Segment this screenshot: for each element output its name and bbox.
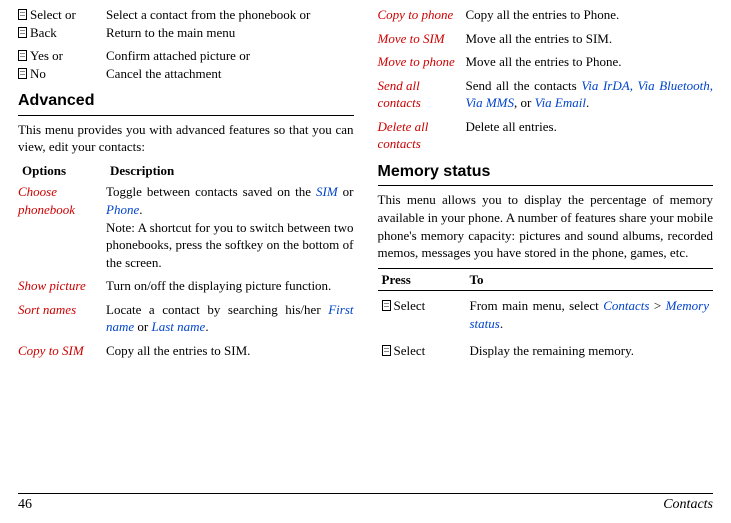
- sim-link: SIM: [316, 184, 338, 199]
- option-desc: Delete all entries.: [466, 118, 714, 153]
- option-desc: Move all the entries to Phone.: [466, 53, 714, 71]
- softkey-icon: [18, 68, 27, 79]
- label: Select or: [30, 7, 76, 22]
- row-delete-all: Delete all contacts Delete all entries.: [378, 118, 714, 153]
- option-desc: Confirm attached picture or Cancel the a…: [106, 47, 354, 82]
- softkey-icon: [382, 345, 391, 356]
- text: , or: [514, 95, 535, 110]
- table-header: Options Description: [18, 162, 354, 180]
- footer-section: Contacts: [663, 496, 713, 515]
- option-desc: Locate a contact by searching his/her Fi…: [106, 301, 354, 336]
- text: or: [338, 184, 354, 199]
- row-move-to-phone: Move to phone Move all the entries to Ph…: [378, 53, 714, 71]
- divider: [378, 185, 714, 186]
- label: Yes or: [30, 48, 63, 63]
- desc-line: Cancel the attachment: [106, 65, 354, 83]
- text: or: [134, 319, 151, 334]
- row-send-all: Send all contacts Send all the contacts …: [378, 77, 714, 112]
- via-email: Via Email: [535, 95, 586, 110]
- option-desc: Copy all the entries to Phone.: [466, 6, 714, 24]
- row-select-2: Select Display the remaining memory.: [378, 340, 714, 362]
- desc-line: Return to the main menu: [106, 24, 354, 42]
- via-bluetooth: Via Bluetooth,: [638, 78, 713, 93]
- to-desc: From main menu, select Contacts > Memory…: [470, 297, 710, 332]
- option-name: Show picture: [18, 277, 106, 295]
- press-label: Select: [382, 297, 470, 332]
- option-name: Sort names: [18, 301, 106, 336]
- option-name: Delete all contacts: [378, 118, 466, 153]
- text: Locate a contact by searching his/her: [106, 302, 328, 317]
- row-copy-to-phone: Copy to phone Copy all the entries to Ph…: [378, 6, 714, 24]
- advanced-heading: Advanced: [18, 90, 354, 112]
- option-labels: Yes or No: [18, 47, 106, 82]
- label: Select: [394, 298, 426, 313]
- to-desc: Display the remaining memory.: [470, 342, 710, 360]
- text: Toggle between contacts saved on the: [106, 184, 316, 199]
- option-desc: Move all the entries to SIM.: [466, 30, 714, 48]
- softkey-icon: [18, 9, 27, 20]
- softkey-icon: [18, 50, 27, 61]
- row-move-to-sim: Move to SIM Move all the entries to SIM.: [378, 30, 714, 48]
- press-label: Select: [382, 342, 470, 360]
- contacts-link: Contacts: [603, 298, 649, 313]
- th-options: Options: [22, 162, 110, 180]
- label: Select: [394, 343, 426, 358]
- label: No: [30, 66, 46, 81]
- th-to: To: [470, 271, 484, 289]
- lastname-link: Last name: [152, 319, 206, 334]
- desc-line: Select a contact from the phonebook or: [106, 6, 354, 24]
- memory-intro: This menu allows you to display the perc…: [378, 191, 714, 261]
- option-name: Choose phonebook: [18, 183, 106, 271]
- table-header: Press To: [378, 268, 714, 292]
- page-content: Select or Back Select a contact from the…: [0, 0, 731, 472]
- row-choose-phonebook: Choose phonebook Toggle between contacts…: [18, 183, 354, 271]
- row-show-picture: Show picture Turn on/off the displaying …: [18, 277, 354, 295]
- phone-link: Phone: [106, 202, 139, 217]
- text: From main menu, select: [470, 298, 604, 313]
- advanced-intro: This menu provides you with advanced fea…: [18, 121, 354, 156]
- label: Back: [30, 25, 57, 40]
- row-select-back: Select or Back Select a contact from the…: [18, 6, 354, 41]
- desc-line: Confirm attached picture or: [106, 47, 354, 65]
- row-select-1: Select From main menu, select Contacts >…: [378, 295, 714, 334]
- option-desc: Copy all the entries to SIM.: [106, 342, 354, 360]
- option-desc: Turn on/off the displaying picture funct…: [106, 277, 354, 295]
- option-labels: Select or Back: [18, 6, 106, 41]
- row-sort-names: Sort names Locate a contact by searching…: [18, 301, 354, 336]
- divider: [18, 115, 354, 116]
- text: Send all the contacts: [466, 78, 582, 93]
- th-description: Description: [110, 162, 174, 180]
- via-irda: Via IrDA,: [581, 78, 633, 93]
- row-copy-to-sim: Copy to SIM Copy all the entries to SIM.: [18, 342, 354, 360]
- th-press: Press: [382, 271, 470, 289]
- option-name: Send all contacts: [378, 77, 466, 112]
- text: >: [649, 298, 665, 313]
- option-name: Copy to SIM: [18, 342, 106, 360]
- right-column: Copy to phone Copy all the entries to Ph…: [378, 6, 714, 472]
- option-desc: Send all the contacts Via IrDA, Via Blue…: [466, 77, 714, 112]
- via-mms: Via MMS: [466, 95, 515, 110]
- left-column: Select or Back Select a contact from the…: [18, 6, 354, 472]
- option-desc: Toggle between contacts saved on the SIM…: [106, 183, 354, 271]
- option-name: Copy to phone: [378, 6, 466, 24]
- page-footer: 46 Contacts: [18, 493, 713, 515]
- page-number: 46: [18, 496, 32, 515]
- memory-status-heading: Memory status: [378, 161, 714, 183]
- option-name: Move to SIM: [378, 30, 466, 48]
- softkey-icon: [382, 300, 391, 311]
- note: Note: A shortcut for you to switch betwe…: [106, 219, 354, 272]
- option-desc: Select a contact from the phonebook or R…: [106, 6, 354, 41]
- option-name: Move to phone: [378, 53, 466, 71]
- row-yes-no: Yes or No Confirm attached picture or Ca…: [18, 47, 354, 82]
- softkey-icon: [18, 27, 27, 38]
